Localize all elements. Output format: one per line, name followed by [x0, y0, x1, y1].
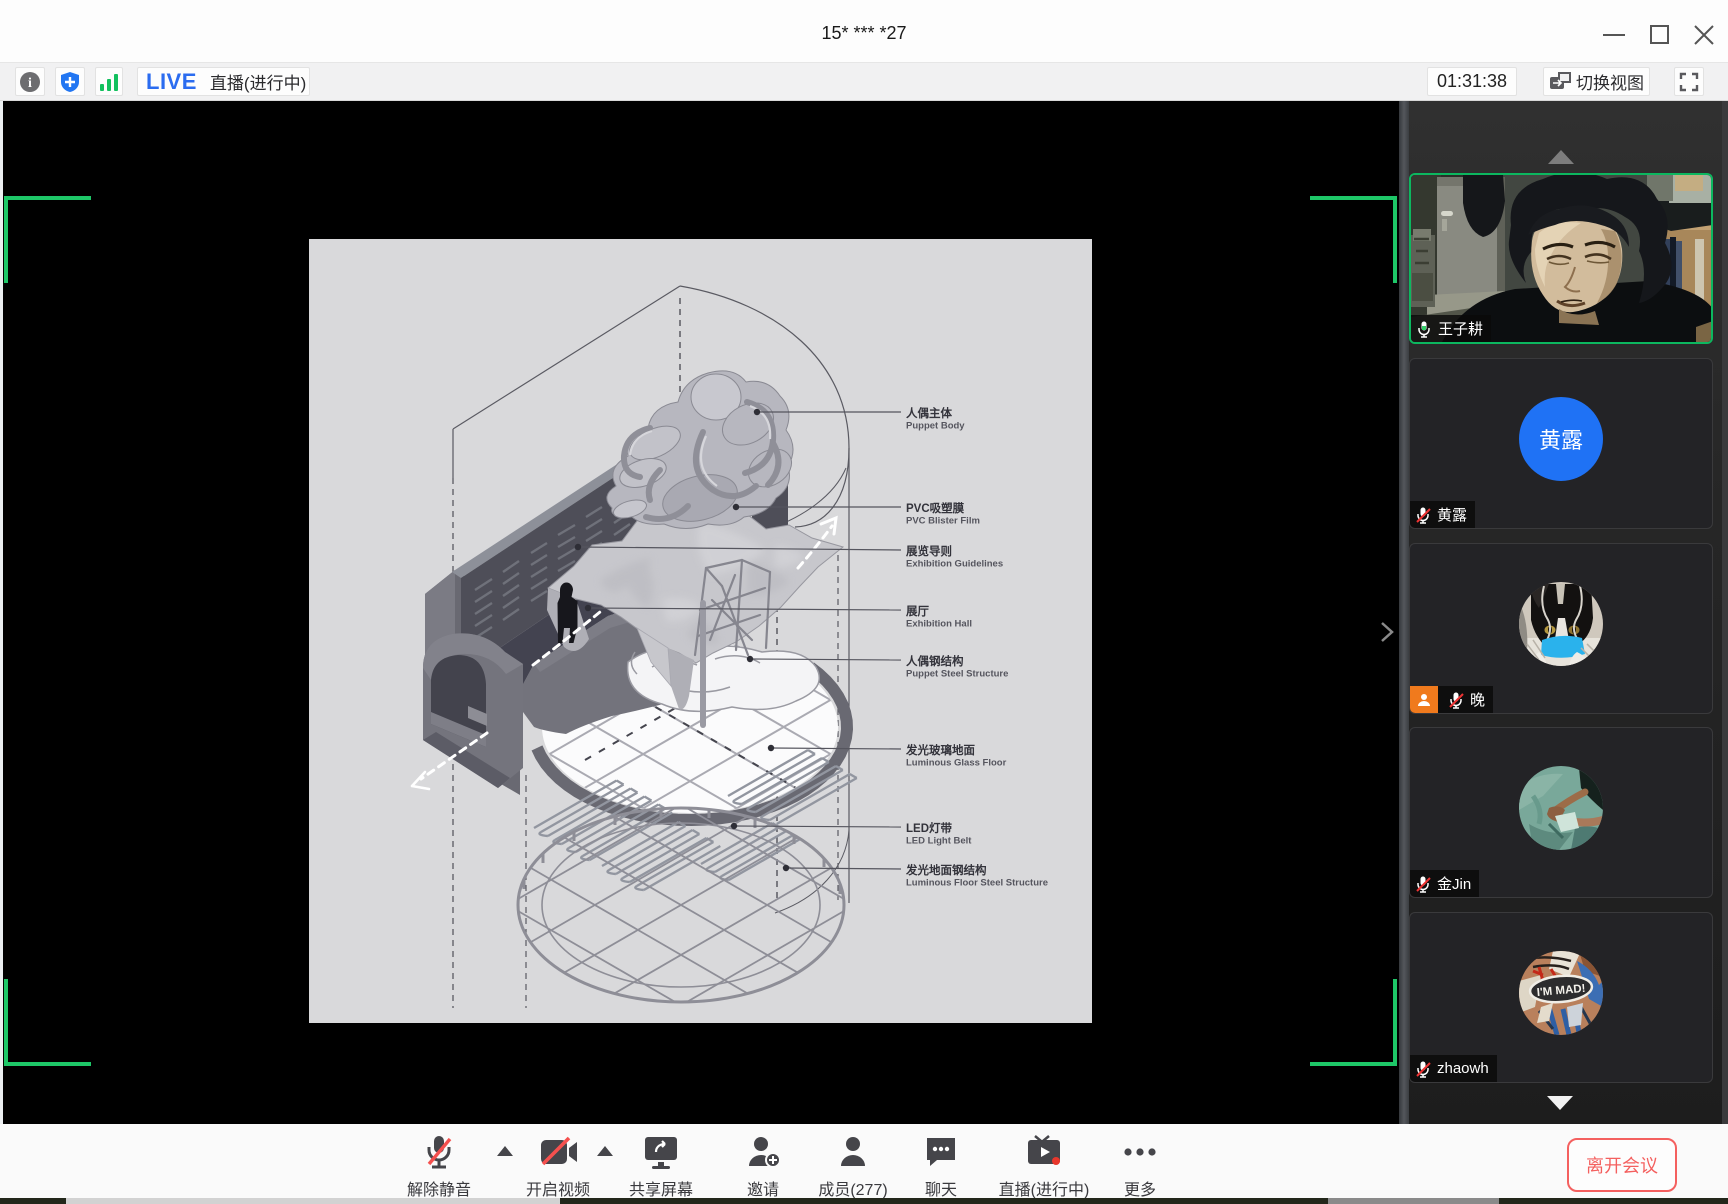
svg-text:发光地面钢结构: 发光地面钢结构: [905, 863, 987, 877]
svg-text:i: i: [28, 76, 32, 91]
svg-text:Luminous Floor Steel Structure: Luminous Floor Steel Structure: [906, 878, 1048, 889]
svg-text:Puppet Steel Structure: Puppet Steel Structure: [906, 669, 1008, 680]
svg-text:PVC Blister Film: PVC Blister Film: [906, 516, 980, 527]
svg-text:展厅: 展厅: [905, 605, 929, 618]
svg-text:展览导则: 展览导则: [905, 544, 952, 558]
svg-text:Exhibition Guidelines: Exhibition Guidelines: [906, 559, 1003, 570]
svg-text:Exhibition Hall: Exhibition Hall: [906, 619, 972, 630]
svg-text:LED Light Belt: LED Light Belt: [906, 836, 972, 847]
svg-text:Puppet Body: Puppet Body: [906, 421, 965, 432]
svg-text:LED灯带: LED灯带: [906, 821, 952, 835]
svg-text:人偶主体: 人偶主体: [906, 406, 952, 420]
svg-text:Luminous Glass Floor: Luminous Glass Floor: [906, 758, 1007, 769]
svg-text:PVC吸塑膜: PVC吸塑膜: [906, 501, 965, 515]
svg-text:人偶钢结构: 人偶钢结构: [906, 654, 964, 668]
svg-text:发光玻璃地面: 发光玻璃地面: [905, 743, 975, 757]
